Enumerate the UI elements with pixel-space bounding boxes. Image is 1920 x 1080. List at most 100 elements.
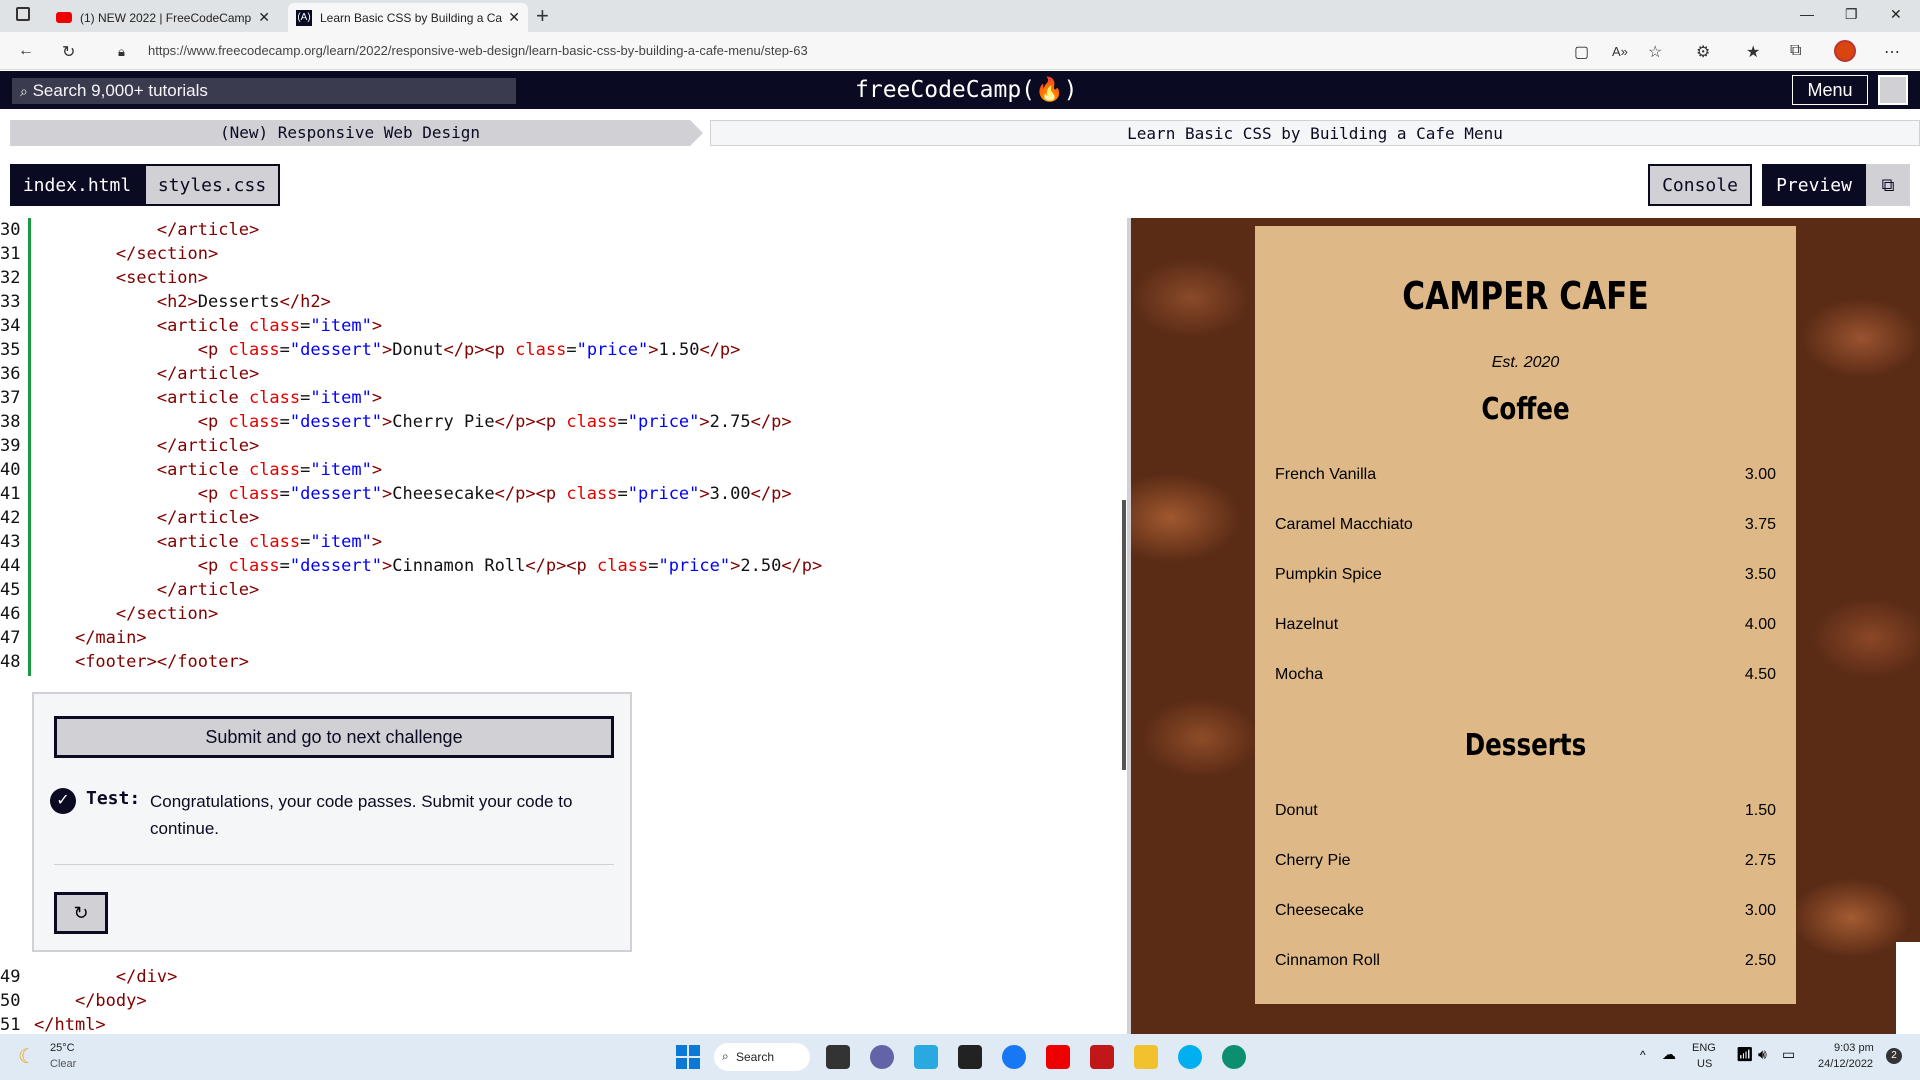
youtube-icon[interactable]: [1046, 1045, 1070, 1069]
item-name: Cinnamon Roll: [1275, 952, 1380, 969]
tab-index-html[interactable]: index.html: [10, 164, 144, 206]
profile-avatar[interactable]: [1834, 40, 1856, 62]
code-editor-tail[interactable]: 49 </div> 50 </body> 51 </html>: [0, 965, 1127, 1034]
more-options-icon[interactable]: ⋯: [1884, 42, 1900, 62]
read-aloud-icon[interactable]: A»: [1612, 44, 1628, 59]
code-line[interactable]: <footer></footer>: [34, 652, 249, 672]
battery-icon[interactable]: ▭: [1782, 1046, 1795, 1063]
code-line[interactable]: <article class="item">: [34, 460, 382, 480]
code-line[interactable]: </article>: [34, 220, 259, 240]
windows-taskbar: ☾ 25°C Clear ⌕ Search ^ ☁ ENG US 📶︎ 🔊︎ ▭…: [0, 1034, 1920, 1080]
skype-icon[interactable]: [1178, 1045, 1202, 1069]
clock-time[interactable]: 9:03 pm: [1834, 1042, 1874, 1054]
breadcrumb-course[interactable]: (New) Responsive Web Design: [10, 120, 690, 146]
item-name: Pumpkin Spice: [1275, 566, 1382, 583]
cloud-icon[interactable]: ☁: [1662, 1046, 1676, 1063]
start-icon[interactable]: [676, 1045, 700, 1069]
code-line[interactable]: </article>: [34, 508, 259, 528]
refresh-icon[interactable]: ↻: [62, 42, 75, 62]
amazon-icon[interactable]: [958, 1045, 982, 1069]
taskbar-search[interactable]: ⌕ Search: [714, 1043, 810, 1071]
user-avatar[interactable]: [1878, 75, 1908, 105]
code-line[interactable]: <p class="dessert">Cherry Pie</p><p clas…: [34, 412, 792, 432]
code-line[interactable]: <h2>Desserts</h2>: [34, 292, 331, 312]
browser-tab-fcc[interactable]: (A) Learn Basic CSS by Building a Ca ✕: [288, 3, 528, 32]
item-name: Hazelnut: [1275, 616, 1339, 633]
language-code[interactable]: ENG: [1692, 1042, 1716, 1054]
code-line[interactable]: <article class="item">: [34, 388, 382, 408]
code-line[interactable]: </body>: [34, 991, 147, 1011]
preview-button[interactable]: Preview: [1762, 164, 1866, 206]
breadcrumb-project[interactable]: Learn Basic CSS by Building a Cafe Menu: [710, 120, 1920, 146]
restore-icon[interactable]: ❐: [1845, 6, 1858, 23]
back-icon[interactable]: ←: [18, 42, 34, 60]
tray-chevron-icon[interactable]: ^: [1640, 1048, 1646, 1062]
close-window-icon[interactable]: ✕: [1890, 6, 1902, 23]
facebook-icon[interactable]: [1002, 1045, 1026, 1069]
reset-button[interactable]: ↻: [54, 892, 108, 934]
code-line[interactable]: </article>: [34, 580, 259, 600]
file-explorer-icon[interactable]: [1134, 1045, 1158, 1069]
code-line[interactable]: <article class="item">: [34, 316, 382, 336]
teams-chat-icon[interactable]: [870, 1045, 894, 1069]
extensions-icon[interactable]: ⚙: [1696, 42, 1710, 62]
mcafee-icon[interactable]: [1090, 1045, 1114, 1069]
edge-icon[interactable]: [1222, 1045, 1246, 1069]
cafe-title: CAMPER CAFE: [1402, 274, 1649, 318]
code-line[interactable]: <p class="dessert">Donut</p><p class="pr…: [34, 340, 741, 360]
code-line[interactable]: <p class="dessert">Cinnamon Roll</p><p c…: [34, 556, 823, 576]
item-price: 4.50: [1744, 666, 1776, 683]
notification-badge[interactable]: 2: [1886, 1048, 1902, 1064]
line-number: 49: [0, 967, 21, 987]
fcc-logo[interactable]: freeCodeCamp(🔥): [855, 76, 1078, 103]
code-line[interactable]: </section>: [34, 604, 218, 624]
fcc-navbar: ⌕ Search 9,000+ tutorials freeCodeCamp(🔥…: [0, 71, 1920, 109]
line-number: 36: [0, 364, 21, 384]
submit-button[interactable]: Submit and go to next challenge: [54, 716, 614, 758]
code-editor[interactable]: 30 </article> 31 </section> 32 <section> 33…: [0, 218, 1127, 676]
url-field[interactable]: https://www.freecodecamp.org/learn/2022/…: [148, 43, 808, 58]
test-panel: Submit and go to next challenge ✓ Test: …: [32, 692, 632, 952]
weather-temp[interactable]: 25°C: [50, 1042, 75, 1054]
menu-button[interactable]: Menu: [1792, 75, 1868, 105]
preview-popout-button[interactable]: ⧉: [1866, 164, 1910, 206]
favorite-star-icon[interactable]: ☆: [1648, 42, 1662, 62]
moon-weather-icon: ☾: [18, 1046, 36, 1068]
tab-title: (1) NEW 2022 | FreeCodeCamp: L: [80, 10, 253, 25]
minimize-icon[interactable]: —: [1800, 6, 1814, 22]
task-view-icon[interactable]: [826, 1045, 850, 1069]
app-l-icon[interactable]: [914, 1045, 938, 1069]
collections-icon[interactable]: ⧉: [1790, 42, 1801, 60]
code-line[interactable]: </main>: [34, 628, 147, 648]
code-line[interactable]: </section>: [34, 244, 218, 264]
code-line[interactable]: </div>: [34, 967, 177, 987]
editor-scrollbar[interactable]: [1122, 500, 1126, 770]
code-line[interactable]: </article>: [34, 436, 259, 456]
code-line[interactable]: <p class="dessert">Cheesecake</p><p clas…: [34, 484, 792, 504]
browser-tab-youtube[interactable]: (1) NEW 2022 | FreeCodeCamp: L ✕: [48, 3, 278, 32]
side-tools-strip[interactable]: [1896, 942, 1920, 1034]
search-input[interactable]: ⌕ Search 9,000+ tutorials: [12, 78, 516, 104]
code-line[interactable]: </article>: [34, 364, 259, 384]
favorites-icon[interactable]: ★: [1746, 42, 1760, 62]
app-available-icon[interactable]: ▢: [1574, 42, 1589, 62]
new-tab-icon[interactable]: +: [536, 3, 549, 29]
item-price: 3.50: [1744, 566, 1776, 583]
popout-icon: ⧉: [1881, 174, 1895, 196]
code-line[interactable]: <section>: [34, 268, 208, 288]
tab-actions-icon[interactable]: [16, 7, 30, 21]
tab-title: Learn Basic CSS by Building a Ca: [320, 10, 503, 25]
code-line[interactable]: </html>: [34, 1015, 106, 1034]
wifi-icon[interactable]: 📶︎: [1736, 1046, 1754, 1063]
close-tab-icon[interactable]: ✕: [258, 9, 270, 26]
volume-icon[interactable]: 🔊︎: [1758, 1046, 1767, 1063]
check-circle-icon: ✓: [50, 788, 76, 814]
breadcrumb: (New) Responsive Web Design Learn Basic …: [10, 120, 1920, 146]
close-tab-icon[interactable]: ✕: [508, 9, 520, 26]
code-line[interactable]: <article class="item">: [34, 532, 382, 552]
item-price: 3.00: [1744, 902, 1776, 919]
console-button[interactable]: Console: [1648, 164, 1752, 206]
tab-styles-css[interactable]: styles.css: [144, 164, 280, 206]
line-number: 42: [0, 508, 21, 528]
fcc-favicon-icon: (A): [296, 9, 312, 26]
